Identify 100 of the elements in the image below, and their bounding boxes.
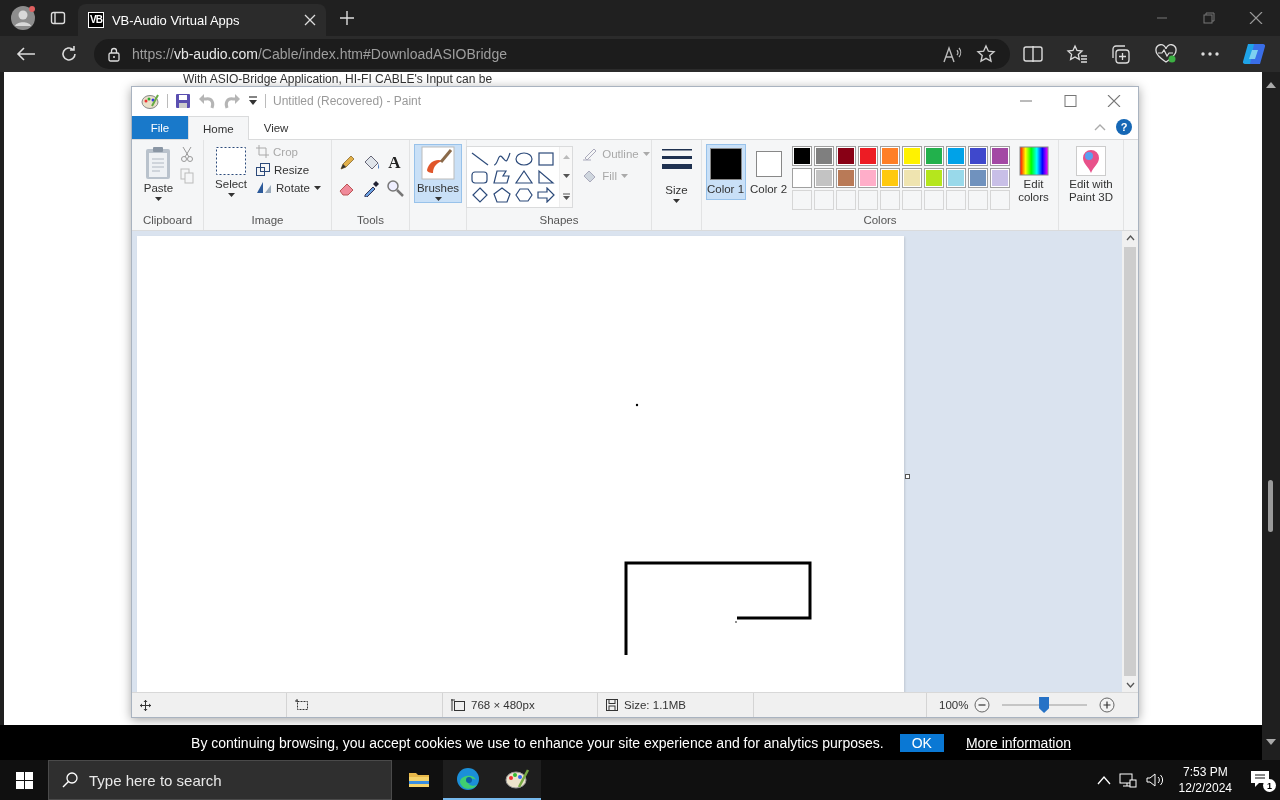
read-aloud-icon[interactable] (942, 45, 964, 63)
file-menu-button[interactable]: File (132, 116, 188, 139)
help-icon[interactable]: ? (1116, 119, 1132, 135)
taskbar-app-button[interactable] (492, 760, 541, 800)
palette-swatch[interactable] (857, 168, 878, 188)
color-picker-icon[interactable] (361, 179, 380, 197)
paint-3d-button[interactable]: Edit with Paint 3D (1063, 144, 1119, 206)
scrollbar-thumb[interactable] (1124, 247, 1136, 676)
more-information-link[interactable]: More information (965, 734, 1071, 751)
scroll-up-icon[interactable] (1266, 81, 1276, 89)
scrollbar-thumb[interactable] (1268, 480, 1273, 532)
more-icon[interactable] (1200, 51, 1220, 57)
palette-swatch[interactable] (857, 146, 878, 166)
ribbon-tab[interactable]: View (248, 116, 304, 139)
taskbar-search-field[interactable]: Type here to search (48, 760, 392, 800)
zoom-out-icon[interactable] (974, 697, 991, 713)
arrow-shape-icon[interactable] (536, 187, 557, 203)
group-label: Image (250, 214, 285, 228)
copilot-icon[interactable] (1242, 42, 1268, 66)
pencil-icon[interactable] (337, 154, 356, 172)
image-command-button[interactable]: Rotate (254, 180, 323, 195)
resize-handle[interactable] (905, 474, 910, 479)
clock[interactable]: 7:53 PM 12/2/2024 (1178, 764, 1232, 796)
palette-swatch[interactable] (945, 146, 966, 166)
select-button[interactable]: Select (212, 144, 251, 199)
palette-swatch[interactable] (923, 168, 944, 188)
maximize-icon[interactable] (1062, 95, 1078, 107)
palette-swatch[interactable] (813, 168, 834, 188)
group-label: Shapes (538, 214, 580, 228)
show-hidden-icons-icon[interactable] (1096, 775, 1111, 785)
palette-swatch[interactable] (901, 146, 922, 166)
paste-button[interactable]: Paste (140, 144, 177, 203)
brushes-button[interactable]: Brushes (413, 144, 463, 203)
scroll-down-icon[interactable] (562, 173, 570, 178)
network-icon[interactable] (1118, 772, 1137, 788)
browser-icon[interactable] (455, 767, 480, 791)
save-icon[interactable] (175, 93, 191, 109)
zoom-in-icon[interactable] (1099, 697, 1116, 713)
caret-icon (673, 199, 680, 203)
new-tab-icon[interactable] (340, 11, 354, 25)
text-tool-icon[interactable]: A (388, 153, 401, 173)
collections-icon[interactable] (1110, 44, 1132, 64)
size-button[interactable]: Size (657, 144, 696, 205)
edit-colors-button[interactable]: Edit colors (1012, 144, 1055, 206)
start-icon[interactable] (15, 771, 33, 789)
palette-swatch[interactable] (879, 168, 900, 188)
curve-shape-icon[interactable] (492, 151, 513, 167)
folder-icon[interactable] (407, 770, 430, 788)
refresh-icon[interactable] (59, 45, 78, 63)
palette-swatch[interactable] (967, 168, 988, 188)
polygon-shape-icon[interactable] (492, 169, 513, 185)
palette-swatch[interactable] (835, 168, 856, 188)
scroll-down-icon[interactable] (1125, 682, 1135, 688)
right-triangle-shape-icon[interactable] (536, 169, 557, 185)
palette-swatch[interactable] (989, 168, 1010, 188)
zoom-level: 100% (939, 699, 969, 711)
selection-size-icon (295, 699, 309, 711)
taskbar-app-button[interactable] (443, 760, 492, 800)
palette-swatch[interactable] (835, 146, 856, 166)
vertical-scrollbar[interactable] (1122, 231, 1138, 692)
favorites-icon[interactable] (1066, 44, 1088, 64)
ok-button[interactable]: OK (899, 733, 944, 752)
image-command-button[interactable]: Resize (254, 162, 312, 177)
ribbon-tab[interactable]: Home (188, 116, 249, 140)
profile-avatar-icon[interactable] (10, 5, 36, 31)
line-shape-icon[interactable] (470, 151, 491, 167)
palette-swatch[interactable] (901, 168, 922, 188)
palette-swatch[interactable] (923, 146, 944, 166)
clipboard-icon (144, 146, 173, 180)
browser-tab[interactable]: VB VB-Audio Virtual Apps (78, 4, 326, 36)
paint-palette-icon[interactable] (503, 767, 530, 791)
slider-thumb[interactable] (1039, 697, 1050, 713)
palette-swatch[interactable] (989, 146, 1010, 166)
address-bar[interactable]: https://vb-audio.com/Cable/index.htm#DownloadASIOBridge (93, 39, 1010, 69)
color-slot-button[interactable]: Color 1 (705, 144, 746, 200)
group-label: Colors (862, 214, 898, 228)
file-size: Size: 1.1MB (624, 699, 686, 711)
tab-actions-icon[interactable] (50, 10, 66, 26)
hexagon-shape-icon[interactable] (514, 187, 535, 203)
palette-swatch[interactable] (879, 146, 900, 166)
color-slot-button[interactable]: Color 2 (748, 144, 789, 200)
palette-swatch[interactable] (945, 168, 966, 188)
customize-menu-icon[interactable] (248, 96, 258, 106)
magnifier-icon[interactable] (385, 179, 404, 197)
expand-gallery-icon[interactable] (562, 192, 570, 200)
scroll-down-icon[interactable] (1266, 738, 1276, 746)
palette-swatch[interactable] (813, 146, 834, 166)
triangle-shape-icon[interactable] (514, 169, 535, 185)
palette-swatch[interactable] (791, 168, 812, 188)
scroll-up-icon[interactable] (1125, 235, 1135, 241)
palette-swatch[interactable] (967, 146, 988, 166)
rounded-rectangle-shape-icon[interactable] (470, 169, 491, 185)
volume-icon[interactable] (1144, 772, 1165, 788)
back-icon[interactable] (16, 46, 36, 62)
split-screen-icon[interactable] (1022, 45, 1044, 63)
favorite-star-icon[interactable] (976, 44, 996, 64)
heart-pulse-icon[interactable] (1154, 44, 1178, 64)
oval-shape-icon[interactable] (514, 151, 535, 167)
palette-swatch[interactable] (791, 146, 812, 166)
pentagon-shape-icon[interactable] (492, 187, 513, 203)
